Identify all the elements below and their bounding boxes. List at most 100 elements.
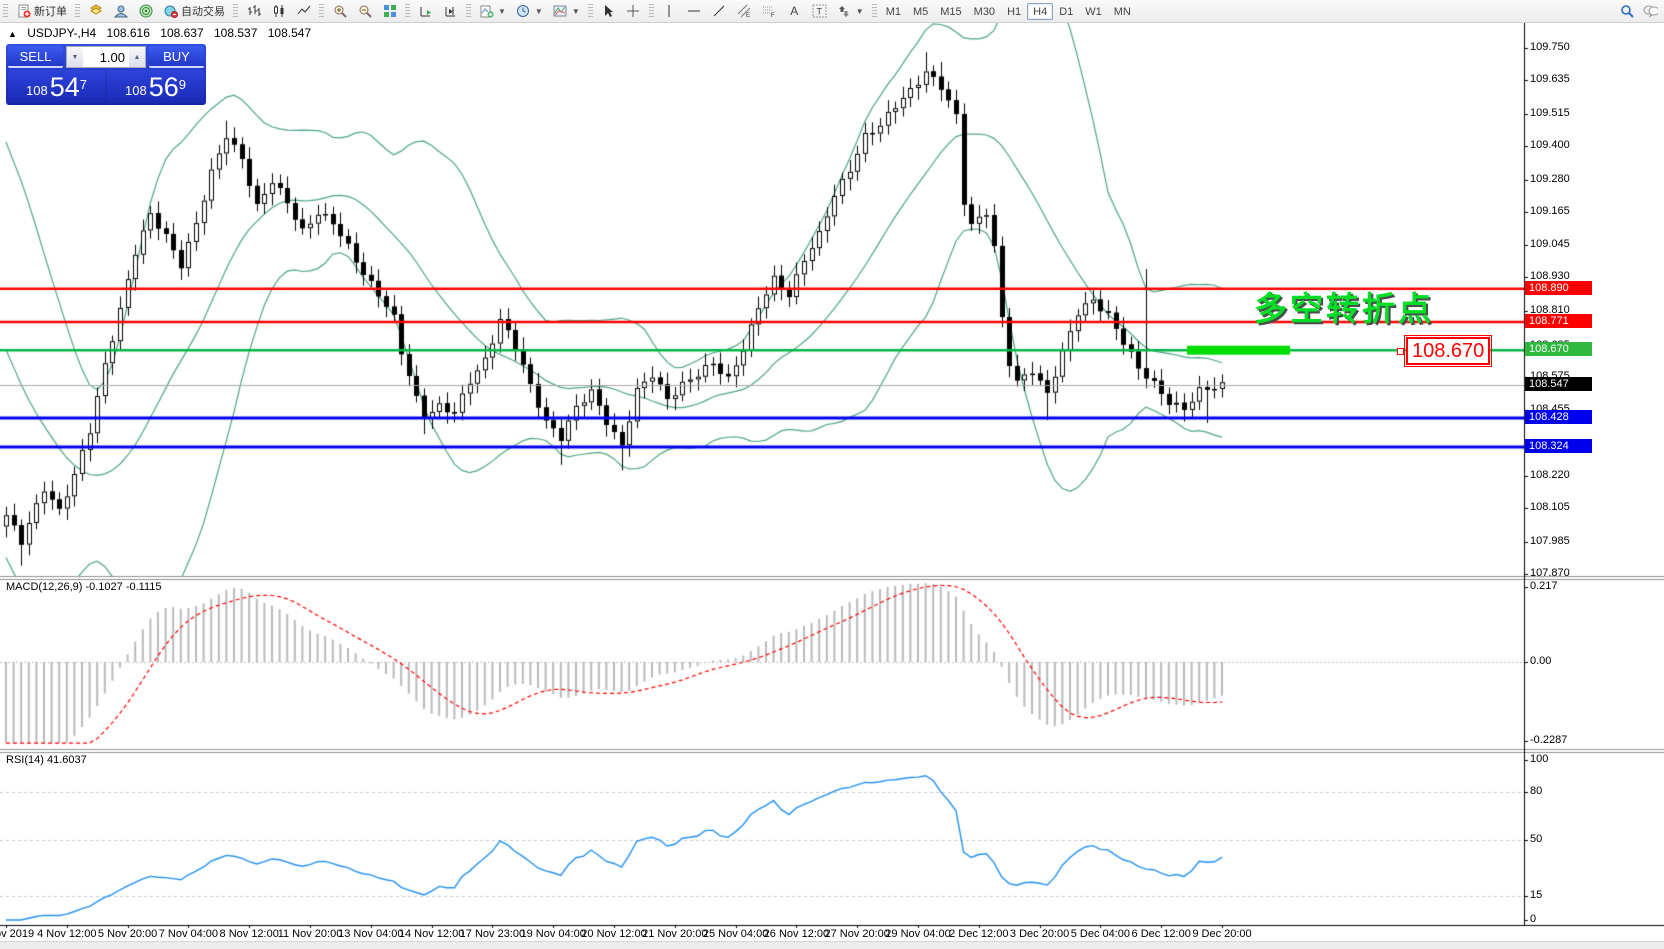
time-axis-label: 1 Nov 2019 bbox=[0, 928, 34, 940]
text-label-button[interactable]: T bbox=[807, 3, 832, 20]
tile-windows-icon bbox=[382, 4, 397, 19]
cursor-button[interactable] bbox=[596, 3, 621, 20]
toolbar-grip[interactable] bbox=[319, 4, 324, 18]
periods-button[interactable]: ▼ bbox=[511, 3, 548, 20]
rsi-axis-label: 15 bbox=[1530, 889, 1542, 901]
macd-label: MACD(12,26,9) -0.1027 -0.1115 bbox=[6, 581, 162, 593]
time-axis-label: 13 Nov 04:00 bbox=[338, 928, 403, 940]
timeframe-mn[interactable]: MN bbox=[1108, 3, 1137, 20]
dropdown-arrow-icon: ▼ bbox=[535, 7, 543, 16]
templates-button[interactable]: ▼ bbox=[548, 3, 585, 20]
text-button[interactable]: A bbox=[782, 3, 807, 20]
horizontal-line-button[interactable] bbox=[682, 3, 707, 20]
search-icon[interactable] bbox=[1620, 4, 1635, 19]
sell-button[interactable]: SELL bbox=[8, 46, 63, 68]
toolbar: 新订单 自动交易 ▼ ▼ ▼ E F A T ▼ bbox=[0, 0, 1664, 23]
candlestick-chart-button[interactable] bbox=[266, 3, 291, 20]
quote-low: 108.537 bbox=[214, 26, 257, 40]
timeframe-d1[interactable]: D1 bbox=[1053, 3, 1079, 20]
chart-annotation-text[interactable]: 多空转折点 bbox=[1254, 282, 1434, 330]
macd-axis-label: 0.217 bbox=[1530, 580, 1558, 592]
autotrading-icon bbox=[163, 4, 178, 19]
price-level-badge: 108.890 bbox=[1525, 281, 1592, 295]
horizontal-line-icon bbox=[687, 4, 702, 19]
trendline-button[interactable] bbox=[707, 3, 732, 20]
price-axis-label: 109.045 bbox=[1530, 238, 1570, 250]
price-level-badge: 108.547 bbox=[1525, 377, 1592, 391]
chart-canvas[interactable] bbox=[0, 22, 1664, 949]
equidistant-channel-button[interactable]: E bbox=[732, 3, 757, 20]
auto-scroll-icon bbox=[418, 4, 433, 19]
sell-price-point: 7 bbox=[80, 70, 87, 100]
line-chart-button[interactable] bbox=[291, 3, 316, 20]
toolbar-grip[interactable] bbox=[466, 4, 471, 18]
bar-chart-icon bbox=[246, 4, 261, 19]
timeframe-h1[interactable]: H1 bbox=[1001, 3, 1027, 20]
auto-scroll-button[interactable] bbox=[413, 3, 438, 20]
buy-price[interactable]: 108 56 9 bbox=[107, 70, 204, 103]
price-axis-label: 109.165 bbox=[1530, 205, 1570, 217]
equidistant-channel-icon: E bbox=[737, 4, 752, 19]
zoom-in-button[interactable] bbox=[327, 3, 352, 20]
toolbar-grip[interactable] bbox=[649, 4, 654, 18]
strategy-tester-button[interactable] bbox=[133, 3, 158, 20]
quote-line: ▲ USDJPY-,H4 108.616 108.637 108.537 108… bbox=[8, 26, 311, 40]
crosshair-button[interactable] bbox=[621, 3, 646, 20]
toolbar-grip[interactable] bbox=[3, 4, 8, 18]
market-watch-button[interactable] bbox=[83, 3, 108, 20]
toolbar-grip[interactable] bbox=[872, 4, 877, 18]
timeframe-m15[interactable]: M15 bbox=[934, 3, 967, 20]
templates-icon bbox=[553, 4, 568, 19]
zoom-out-button[interactable] bbox=[352, 3, 377, 20]
autotrading-button[interactable]: 自动交易 bbox=[158, 3, 230, 20]
arrows-icon bbox=[837, 4, 852, 19]
collapse-quote-icon[interactable]: ▲ bbox=[8, 29, 17, 39]
fibonacci-button[interactable]: F bbox=[757, 3, 782, 20]
timeframe-m1[interactable]: M1 bbox=[880, 3, 907, 20]
time-axis-label: 26 Nov 12:00 bbox=[764, 928, 829, 940]
arrows-button[interactable]: ▼ bbox=[832, 3, 869, 20]
toolbar-grip[interactable] bbox=[75, 4, 80, 18]
time-axis-label: 11 Nov 20:00 bbox=[278, 928, 343, 940]
volume-increase-button[interactable]: ▲ bbox=[129, 47, 145, 67]
bar-chart-button[interactable] bbox=[241, 3, 266, 20]
price-axis-label: 109.400 bbox=[1530, 139, 1570, 151]
chart-shift-button[interactable] bbox=[438, 3, 463, 20]
time-axis-label: 19 Nov 04:00 bbox=[520, 928, 585, 940]
data-window-button[interactable] bbox=[108, 3, 133, 20]
sell-price-pips: 54 bbox=[50, 74, 80, 101]
callout-handle[interactable] bbox=[1397, 348, 1404, 355]
new-order-button[interactable]: 新订单 bbox=[11, 3, 72, 20]
toolbar-grip[interactable] bbox=[588, 4, 593, 18]
sell-price[interactable]: 108 54 7 bbox=[8, 70, 105, 103]
time-axis-label: 7 Nov 04:00 bbox=[159, 928, 218, 940]
vertical-line-button[interactable] bbox=[657, 3, 682, 20]
time-axis-label: 29 Nov 04:00 bbox=[885, 928, 950, 940]
timeframe-m5[interactable]: M5 bbox=[907, 3, 934, 20]
volume-input[interactable] bbox=[83, 47, 129, 67]
tile-windows-button[interactable] bbox=[377, 3, 402, 20]
time-axis-label: 4 Nov 12:00 bbox=[37, 928, 96, 940]
time-axis-label: 8 Nov 12:00 bbox=[220, 928, 279, 940]
volume-decrease-button[interactable]: ▼ bbox=[67, 47, 83, 67]
indicators-button[interactable]: ▼ bbox=[474, 3, 511, 20]
periods-icon bbox=[516, 4, 531, 19]
time-axis-label: 14 Nov 12:00 bbox=[399, 928, 464, 940]
quote-open: 108.616 bbox=[107, 26, 150, 40]
trendline-icon bbox=[712, 4, 727, 19]
dropdown-arrow-icon: ▼ bbox=[498, 7, 506, 16]
price-callout-label[interactable]: 108.670 bbox=[1406, 337, 1490, 365]
buy-button[interactable]: BUY bbox=[149, 46, 204, 68]
toolbar-grip[interactable] bbox=[405, 4, 410, 18]
chat-icon[interactable] bbox=[1643, 4, 1658, 19]
time-axis-label: 20 Nov 12:00 bbox=[581, 928, 646, 940]
time-axis-label: 3 Dec 20:00 bbox=[1010, 928, 1069, 940]
timeframe-m30[interactable]: M30 bbox=[968, 3, 1001, 20]
timeframe-w1[interactable]: W1 bbox=[1079, 3, 1108, 20]
new-order-label: 新订单 bbox=[34, 3, 67, 19]
toolbar-grip[interactable] bbox=[233, 4, 238, 18]
time-axis-label: 5 Nov 20:00 bbox=[98, 928, 157, 940]
rsi-axis-label: 0 bbox=[1530, 913, 1536, 925]
timeframe-h4[interactable]: H4 bbox=[1027, 3, 1053, 20]
vertical-line-icon bbox=[662, 4, 677, 19]
